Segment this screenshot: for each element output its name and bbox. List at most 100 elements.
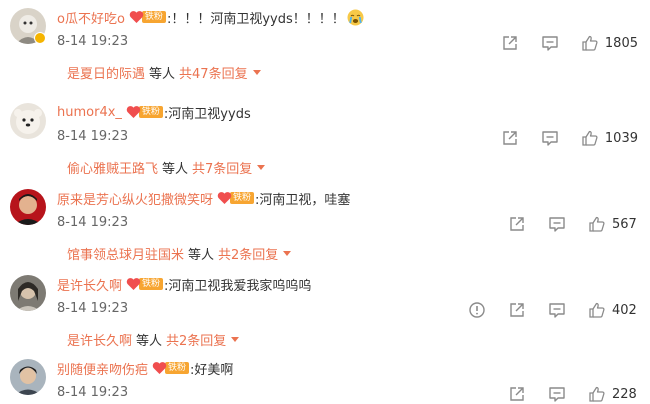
heart-icon	[126, 105, 141, 119]
view-replies-link[interactable]: 共2条回复	[166, 330, 240, 349]
username-link[interactable]: o瓜不好吃o	[57, 8, 125, 27]
reply-count: 共2条回复	[218, 248, 279, 263]
replies-summary: 是夏日的际遇 等人 共47条回复	[67, 63, 261, 82]
reply-count: 共2条回复	[166, 334, 227, 349]
timestamp: 8-14 19:23	[57, 34, 129, 49]
reply-count: 共7条回复	[192, 162, 253, 177]
fan-badge-label: 铁粉	[141, 11, 166, 23]
comment-text: :河南卫视yyds	[163, 106, 251, 122]
fan-badge: 铁粉	[152, 361, 190, 375]
username-link[interactable]: 原来是芳心纵火犯撒微笑呀	[57, 189, 213, 208]
avatar[interactable]	[10, 275, 46, 311]
timestamp: 8-14 19:23	[57, 129, 129, 144]
fan-badge: 铁粉	[217, 191, 255, 205]
replies-summary: 是许长久啊 等人 共2条回复	[67, 330, 240, 349]
comment-icon[interactable]	[548, 385, 566, 403]
reply-username-link[interactable]: 是许长久啊	[67, 330, 132, 349]
fan-badge-label: 铁粉	[230, 192, 255, 204]
reply-etc-text: 等人	[188, 248, 215, 263]
avatar-image	[10, 189, 46, 225]
reply-etc-text: 等人	[136, 334, 163, 349]
avatar-image	[10, 103, 46, 139]
fan-badge: 铁粉	[129, 10, 166, 24]
fan-badge-label: 铁粉	[138, 106, 163, 118]
reply-etc-text: 等人	[149, 67, 176, 82]
comment-actions: 567	[486, 214, 638, 234]
comment-text: :河南卫视，哇塞	[255, 192, 351, 208]
fan-badge-label: 铁粉	[139, 278, 164, 290]
avatar[interactable]	[10, 359, 46, 395]
comment-actions: 228	[486, 384, 638, 404]
comment-item: humor4x_ 铁粉 :河南卫视yyds 8-14 19:23 1039 偷心…	[0, 95, 650, 181]
chevron-down-icon	[257, 165, 266, 170]
chevron-down-icon	[252, 70, 261, 75]
comment-icon[interactable]	[548, 215, 566, 233]
heart-icon	[217, 191, 232, 205]
comment-icon[interactable]	[548, 301, 566, 319]
view-replies-link[interactable]: 共7条回复	[192, 158, 266, 177]
username-link[interactable]: 是许长久啊	[57, 275, 122, 294]
comment-line: o瓜不好吃o 铁粉 :！！！河南卫视yyds！！！！	[57, 8, 364, 27]
like-count: 567	[612, 216, 637, 232]
comment-text: :好美啊	[190, 362, 234, 378]
replies-summary: 偷心雅贼王路飞 等人 共7条回复	[67, 158, 266, 177]
thumbs-up-icon[interactable]	[588, 385, 606, 403]
avatar-image	[10, 359, 46, 395]
heart-icon	[126, 277, 141, 291]
reply-username-link[interactable]: 馆事领总球月驻国米	[67, 244, 184, 263]
username-link[interactable]: humor4x_	[57, 105, 122, 120]
reply-icon[interactable]	[501, 129, 519, 147]
reply-icon[interactable]	[501, 34, 519, 52]
fan-badge-label: 铁粉	[165, 362, 190, 374]
like-count: 228	[612, 386, 637, 402]
comment-icon[interactable]	[541, 129, 559, 147]
comment-line: 别随便亲吻伤疤 铁粉 :好美啊	[57, 359, 234, 378]
thumbs-up-icon[interactable]	[581, 129, 599, 147]
fan-badge: 铁粉	[126, 105, 163, 119]
report-icon[interactable]	[468, 301, 486, 319]
comment-line: humor4x_ 铁粉 :河南卫视yyds	[57, 103, 251, 122]
fan-badge: 铁粉	[126, 277, 164, 291]
avatar-image	[10, 275, 46, 311]
thumbs-up-icon[interactable]	[588, 215, 606, 233]
comment-text: :！！！河南卫视yyds！！！！	[166, 11, 345, 27]
reply-icon[interactable]	[508, 215, 526, 233]
reply-count: 共47条回复	[179, 67, 248, 82]
thumbs-up-icon[interactable]	[588, 301, 606, 319]
view-replies-link[interactable]: 共2条回复	[218, 244, 292, 263]
comment-actions: 1039	[479, 128, 638, 148]
reply-username-link[interactable]: 偷心雅贼王路飞	[67, 158, 158, 177]
crying-emoji-icon	[347, 9, 364, 26]
reply-username-link[interactable]: 是夏日的际遇	[67, 63, 145, 82]
chevron-down-icon	[283, 251, 292, 256]
comment-actions: 1805	[479, 33, 638, 53]
comment-item: 别随便亲吻伤疤 铁粉 :好美啊 8-14 19:23 228	[0, 351, 650, 404]
like-count: 1039	[604, 130, 638, 146]
like-count: 402	[612, 302, 637, 318]
comment-line: 是许长久啊 铁粉 :河南卫视我爱我家呜呜呜	[57, 275, 312, 294]
comment-item: 是许长久啊 铁粉 :河南卫视我爱我家呜呜呜 8-14 19:23 402 是许长…	[0, 267, 650, 353]
timestamp: 8-14 19:23	[57, 215, 129, 230]
timestamp: 8-14 19:23	[57, 385, 129, 400]
thumbs-up-icon[interactable]	[581, 34, 599, 52]
comment-item: 原来是芳心纵火犯撒微笑呀 铁粉 :河南卫视，哇塞 8-14 19:23 567 …	[0, 181, 650, 267]
avatar[interactable]	[10, 103, 46, 139]
avatar[interactable]	[10, 189, 46, 225]
reply-etc-text: 等人	[162, 162, 189, 177]
comment-item: o瓜不好吃o 铁粉 :！！！河南卫视yyds！！！！ 8-14 19:23 18…	[0, 0, 650, 86]
comment-line: 原来是芳心纵火犯撒微笑呀 铁粉 :河南卫视，哇塞	[57, 189, 351, 208]
like-count: 1805	[604, 35, 638, 51]
heart-icon	[129, 10, 144, 24]
comment-actions: 402	[446, 300, 638, 320]
reply-icon[interactable]	[508, 301, 526, 319]
verified-badge-icon	[34, 32, 46, 44]
comment-icon[interactable]	[541, 34, 559, 52]
timestamp: 8-14 19:23	[57, 301, 129, 316]
reply-icon[interactable]	[508, 385, 526, 403]
view-replies-link[interactable]: 共47条回复	[179, 63, 261, 82]
username-link[interactable]: 别随便亲吻伤疤	[57, 359, 148, 378]
replies-summary: 馆事领总球月驻国米 等人 共2条回复	[67, 244, 292, 263]
heart-icon	[152, 361, 167, 375]
chevron-down-icon	[231, 337, 240, 342]
comment-text: :河南卫视我爱我家呜呜呜	[164, 278, 312, 294]
